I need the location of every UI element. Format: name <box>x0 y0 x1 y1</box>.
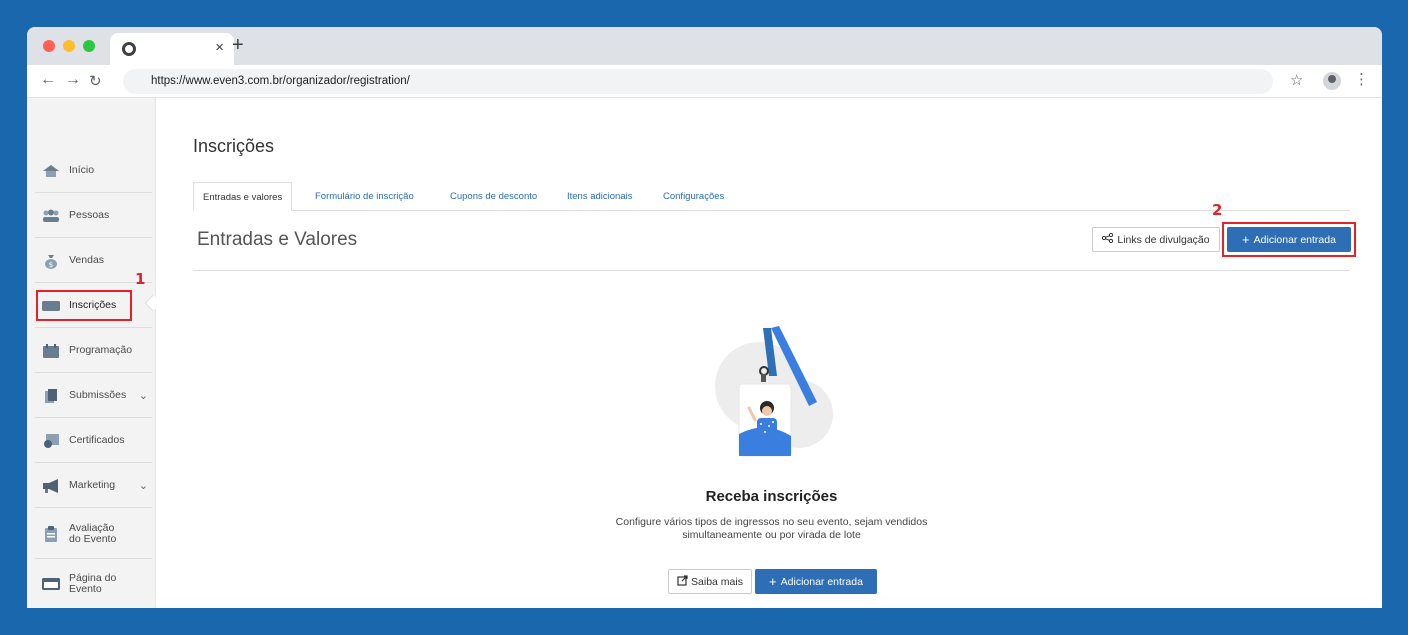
document-icon <box>41 388 61 404</box>
sidebar-item-certificados[interactable]: Certificados <box>35 419 152 463</box>
reload-icon[interactable]: ↻ <box>89 72 102 90</box>
chevron-down-icon: ⌄ <box>138 480 148 492</box>
tab-entradas-e-valores[interactable]: Entradas e valores <box>193 182 293 211</box>
chevron-down-icon: ⌄ <box>138 390 148 402</box>
sidebar-item-inicio[interactable]: Início <box>35 149 152 193</box>
links-de-divulgacao-button[interactable]: Links de divulgação <box>1092 227 1220 252</box>
sidebar-label-line: Avaliação <box>69 521 115 534</box>
main-content: Inscrições Entradas e valores Formulário… <box>193 98 1382 608</box>
people-icon <box>41 208 61 224</box>
address-bar[interactable]: https://www.even3.com.br/organizador/reg… <box>123 69 1273 94</box>
step-2-number: 2 <box>1212 201 1223 219</box>
section-title: Entradas e Valores <box>197 229 358 250</box>
tab-configuracoes[interactable]: Configurações <box>663 191 724 202</box>
sidebar-item-label: Avaliação do Evento <box>69 521 117 545</box>
section-divider <box>193 270 1350 271</box>
sidebar-item-label: Certificados <box>69 434 125 446</box>
tab-formulario-de-inscricao[interactable]: Formulário de inscrição <box>315 191 414 202</box>
step-1-number: 1 <box>135 270 146 288</box>
empty-state-description: Configure vários tipos de ingressos no s… <box>193 516 1350 542</box>
empty-state-description-line: Configure vários tipos de ingressos no s… <box>615 516 928 528</box>
share-icon <box>1102 232 1114 246</box>
browser-menu-icon[interactable]: ⋮ <box>1354 70 1369 88</box>
plus-icon: + <box>769 573 777 589</box>
page-title: Inscrições <box>193 136 275 156</box>
profile-avatar-icon[interactable] <box>1323 72 1341 90</box>
sidebar-item-pagina-do-evento[interactable]: Página do Evento <box>35 560 152 608</box>
browser-toolbar: ← → ↻ https://www.even3.com.br/organizad… <box>27 65 1382 98</box>
add-entry-empty-button[interactable]: + Adicionar entrada <box>755 569 877 594</box>
svg-text:$: $ <box>49 261 53 269</box>
close-window-button[interactable] <box>43 40 55 52</box>
megaphone-icon <box>41 478 61 494</box>
step-2-highlight <box>1222 222 1356 257</box>
sidebar-item-avaliacao-do-evento[interactable]: Avaliação do Evento <box>35 509 152 559</box>
clipboard-icon <box>41 525 61 542</box>
sidebar-item-marketing[interactable]: Marketing ⌄ <box>35 464 152 508</box>
home-icon <box>41 163 61 179</box>
tab-cupons-de-desconto[interactable]: Cupons de desconto <box>450 191 537 202</box>
links-de-divulgacao-label: Links de divulgação <box>1117 233 1210 246</box>
certificate-icon <box>41 433 61 449</box>
sidebar-label-line: do Evento <box>69 532 117 545</box>
tab-itens-adicionais[interactable]: Itens adicionais <box>567 191 632 202</box>
badge-illustration-icon <box>699 326 839 466</box>
browser-tab[interactable]: × <box>110 33 234 65</box>
close-tab-icon[interactable]: × <box>215 39 224 56</box>
money-bag-icon: $ <box>41 253 61 269</box>
sidebar-item-label: Início <box>69 164 95 176</box>
new-tab-button[interactable]: + <box>232 34 244 57</box>
minimize-window-button[interactable] <box>63 40 75 52</box>
empty-state-description-line: simultaneamente ou por virada de lote <box>682 529 861 541</box>
bookmark-star-icon[interactable]: ☆ <box>1290 71 1303 89</box>
sidebar-item-label: Vendas <box>69 254 105 266</box>
sidebar-item-label: Pessoas <box>69 209 110 221</box>
add-entry-empty-label: Adicionar entrada <box>780 575 863 588</box>
forward-arrow-icon[interactable]: → <box>65 71 81 89</box>
tabs-bar: Entradas e valores Formulário de inscriç… <box>193 182 1350 211</box>
sidebar-item-label: Programação <box>69 344 133 356</box>
maximize-window-button[interactable] <box>83 40 95 52</box>
step-1-highlight <box>36 290 132 321</box>
sidebar-item-label: Marketing <box>69 479 116 491</box>
browser-tab-bar: × + <box>27 27 1382 65</box>
sidebar-item-label: Submissões <box>69 389 127 401</box>
browser-window: × + ← → ↻ https://www.even3.com.br/organ… <box>27 27 1382 608</box>
external-link-icon <box>677 574 688 589</box>
chrome-favicon-icon <box>122 42 136 56</box>
address-bar-url: https://www.even3.com.br/organizador/reg… <box>151 75 410 87</box>
sidebar: Início Pessoas $ Vendas Inscrições Progr… <box>27 98 162 608</box>
browser-page-icon <box>41 576 61 592</box>
calendar-icon <box>41 343 61 359</box>
saiba-mais-label: Saiba mais <box>691 575 743 588</box>
saiba-mais-button[interactable]: Saiba mais <box>668 569 752 594</box>
sidebar-label-line: Evento <box>69 583 102 595</box>
sidebar-item-submissoes[interactable]: Submissões ⌄ <box>35 374 152 418</box>
back-arrow-icon[interactable]: ← <box>40 71 56 89</box>
sidebar-item-programacao[interactable]: Programação <box>35 329 152 373</box>
sidebar-item-pessoas[interactable]: Pessoas <box>35 194 152 238</box>
sidebar-item-label: Página do Evento <box>69 573 116 595</box>
empty-state-title: Receba inscrições <box>705 488 838 505</box>
app-page: Início Pessoas $ Vendas Inscrições Progr… <box>27 98 1382 608</box>
